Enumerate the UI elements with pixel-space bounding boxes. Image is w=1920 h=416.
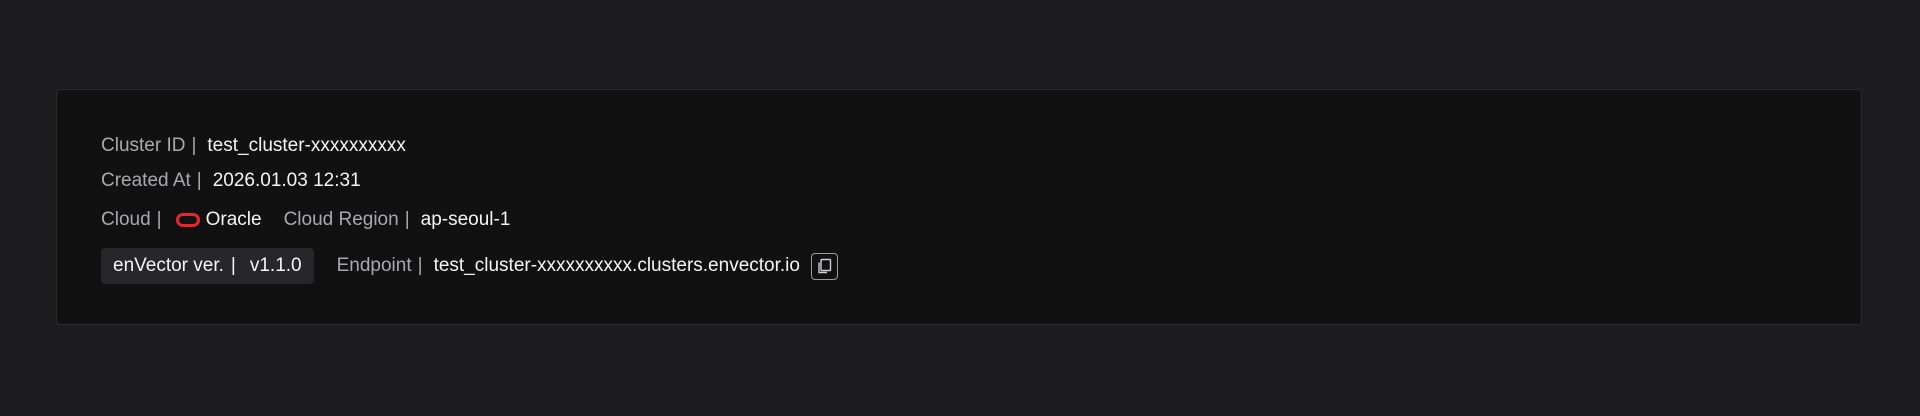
version-value: v1.1.0 bbox=[249, 255, 302, 276]
cloud-region-label: Cloud Region bbox=[283, 209, 399, 230]
separator: | bbox=[230, 255, 236, 276]
version-badge: enVector ver. | v1.1.0 bbox=[101, 248, 314, 284]
created-at-row: Created At | 2026.01.03 12:31 bbox=[101, 169, 361, 193]
copy-endpoint-button[interactable] bbox=[810, 252, 838, 280]
version-endpoint-row: enVector ver. | v1.1.0 Endpoint | test_c… bbox=[101, 248, 838, 284]
endpoint-label: Endpoint bbox=[336, 255, 412, 276]
cloud-label: Cloud bbox=[101, 209, 151, 230]
created-at-label: Created At bbox=[101, 170, 191, 191]
separator: | bbox=[417, 255, 423, 276]
separator: | bbox=[191, 135, 197, 156]
version-label: enVector ver. bbox=[113, 255, 224, 276]
separator: | bbox=[156, 209, 162, 230]
cluster-id-value: test_cluster-xxxxxxxxxx bbox=[207, 135, 406, 156]
created-at-value: 2026.01.03 12:31 bbox=[212, 170, 361, 191]
copy-icon bbox=[818, 258, 832, 274]
separator: | bbox=[404, 209, 410, 230]
cluster-info-card: Cluster ID | test_cluster-xxxxxxxxxx Cre… bbox=[56, 89, 1862, 325]
cluster-id-label: Cluster ID bbox=[101, 135, 186, 156]
cluster-id-row: Cluster ID | test_cluster-xxxxxxxxxx bbox=[101, 134, 406, 158]
endpoint-group: Endpoint | test_cluster-xxxxxxxxxx.clust… bbox=[336, 252, 838, 280]
cloud-region-group: Cloud Region | ap-seoul-1 bbox=[284, 208, 511, 232]
cloud-region-value: ap-seoul-1 bbox=[420, 209, 511, 230]
cloud-row: Cloud | Oracle Cloud Region | ap-seoul-1 bbox=[101, 208, 510, 232]
endpoint-value: test_cluster-xxxxxxxxxx.clusters.envecto… bbox=[433, 255, 800, 276]
oracle-logo-icon bbox=[175, 213, 200, 227]
separator: | bbox=[196, 170, 202, 191]
cloud-value: Oracle bbox=[205, 209, 262, 230]
